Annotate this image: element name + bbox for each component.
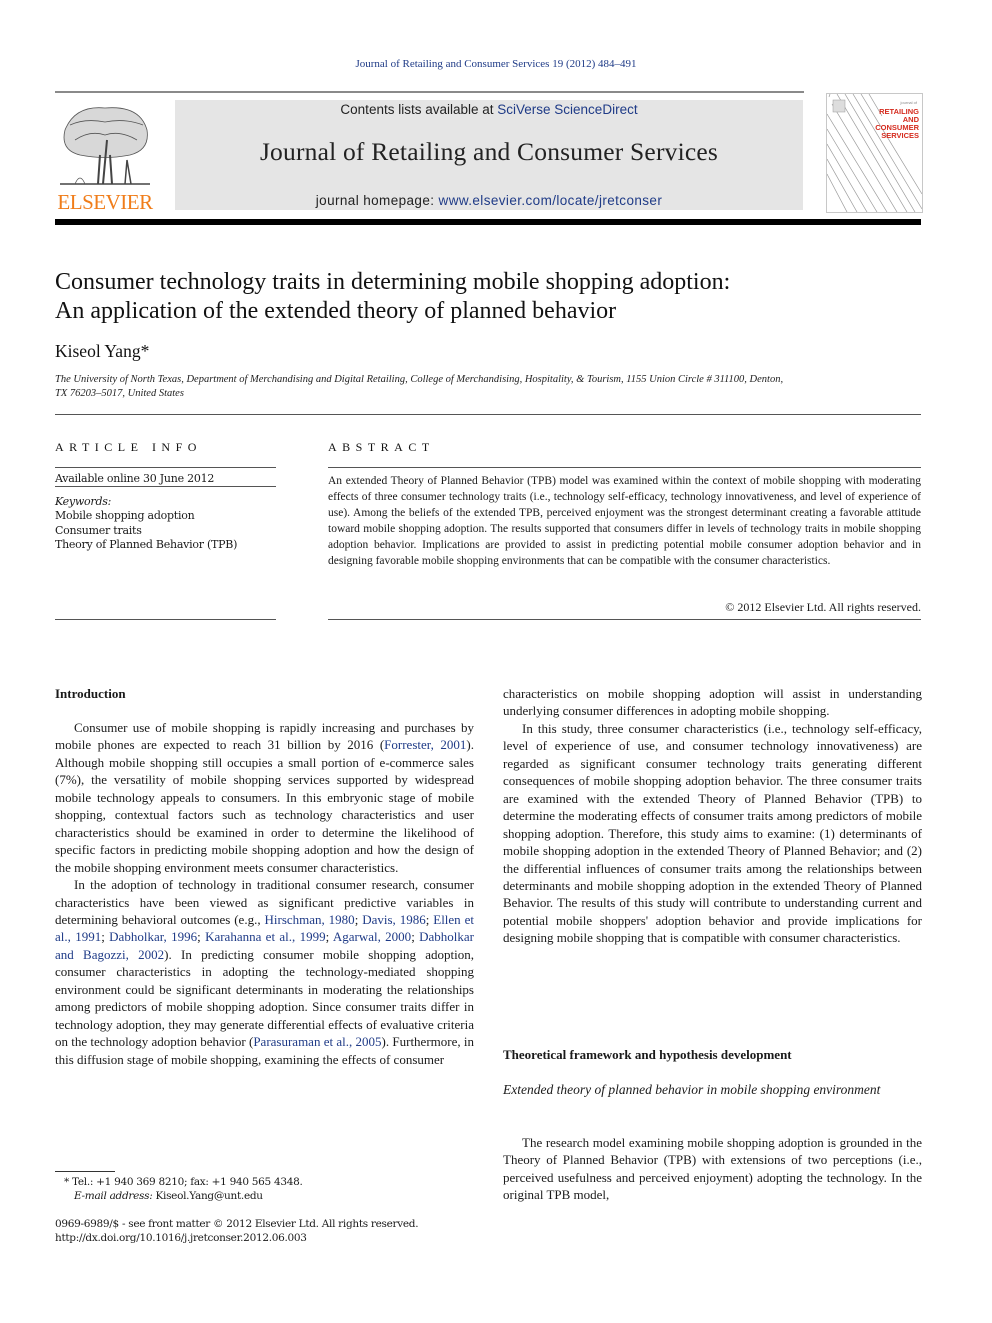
paragraph: The research model examining mobile shop… — [503, 1135, 922, 1203]
citation-link[interactable]: Dabholkar, 1996 — [109, 929, 197, 944]
author-affiliation: The University of North Texas, Departmen… — [55, 373, 925, 401]
available-online-date: Available online 30 June 2012 — [55, 472, 215, 485]
title-line-1: Consumer technology traits in determinin… — [55, 269, 731, 295]
divider — [328, 619, 921, 620]
body-right-column-continued: The research model examining mobile shop… — [503, 1134, 922, 1204]
citation-link[interactable]: Karahanna et al., 1999 — [205, 929, 326, 944]
paragraph: In the adoption of technology in traditi… — [55, 876, 474, 1068]
keyword: Mobile shopping adoption — [55, 509, 195, 522]
elsevier-tree-icon — [60, 107, 150, 185]
author-name: Kiseol Yang — [55, 341, 141, 361]
abstract-copyright: © 2012 Elsevier Ltd. All rights reserved… — [725, 600, 921, 614]
elsevier-wordmark: ELSEVIER — [57, 190, 153, 214]
keywords-label: Keywords: — [55, 495, 112, 508]
footnote-email: E-mail address: Kiseol.Yang@unt.edu — [64, 1189, 303, 1203]
divider — [55, 467, 276, 468]
body-right-column: characteristics on mobile shopping adopt… — [503, 685, 922, 947]
article-title: Consumer technology traits in determinin… — [55, 268, 935, 326]
divider — [328, 467, 921, 468]
issn-block: 0969-6989/$ - see front matter © 2012 El… — [55, 1217, 419, 1245]
separator: ; — [411, 929, 420, 945]
journal-banner: Contents lists available at SciVerse Sci… — [175, 100, 803, 210]
separator: ; — [101, 929, 110, 945]
citation-link[interactable]: Parasuraman et al., 2005 — [253, 1034, 381, 1049]
citation-link[interactable]: Hirschman, 1980 — [264, 912, 354, 927]
abstract-text: An extended Theory of Planned Behavior (… — [328, 475, 921, 567]
introduction-heading: Introduction — [55, 686, 126, 701]
elsevier-logo[interactable]: ELSEVIER — [55, 100, 155, 214]
citation-link[interactable]: Forrester, 2001 — [384, 737, 466, 752]
sciencedirect-link[interactable]: SciVerse ScienceDirect — [497, 102, 637, 117]
cover-title-line: SERVICES — [881, 131, 919, 140]
abstract-heading: ABSTRACT — [328, 440, 435, 454]
body-left-column: Consumer use of mobile shopping is rapid… — [55, 719, 474, 1068]
email-label: E-mail address: — [74, 1190, 153, 1202]
affiliation-line-1: The University of North Texas, Departmen… — [55, 374, 784, 385]
homepage-link[interactable]: www.elsevier.com/locate/jretconser — [439, 193, 663, 208]
article-info-heading: ARTICLE INFO — [55, 440, 202, 454]
divider — [55, 486, 276, 487]
paragraph-continued: characteristics on mobile shopping adopt… — [503, 686, 922, 719]
citation-link[interactable]: Agarwal, 2000 — [333, 929, 411, 944]
homepage-line: journal homepage: www.elsevier.com/locat… — [175, 193, 803, 208]
doi-link[interactable]: http://dx.doi.org/10.1016/j.jretconser.2… — [55, 1231, 418, 1245]
author-footnote: * Tel.: +1 940 369 8210; fax: +1 940 565… — [64, 1175, 303, 1203]
footnote-rule — [55, 1171, 115, 1172]
contents-prefix: Contents lists available at — [340, 102, 498, 117]
cover-title: RETAILING AND CONSUMER SERVICES — [875, 108, 919, 140]
issn-line: 0969-6989/$ - see front matter © 2012 El… — [55, 1218, 419, 1230]
header-rule — [55, 91, 804, 93]
citation-link[interactable]: Davis, 1986 — [362, 912, 426, 927]
contents-line: Contents lists available at SciVerse Sci… — [175, 102, 803, 117]
homepage-prefix: journal homepage: — [315, 193, 439, 208]
footnote-tel-fax: Tel.: +1 940 369 8210; fax: +1 940 565 4… — [68, 1176, 303, 1188]
journal-citation-link[interactable]: Journal of Retailing and Consumer Servic… — [0, 58, 992, 70]
author: Kiseol Yang* — [55, 341, 149, 362]
separator: ; — [197, 929, 206, 945]
text-run: ). Although mobile shopping still occupi… — [55, 737, 474, 875]
email-address[interactable]: Kiseol.Yang@unt.edu — [152, 1190, 263, 1202]
keywords-list: Mobile shopping adoption Consumer traits… — [55, 509, 237, 553]
header-thick-rule — [55, 219, 921, 225]
paragraph: In this study, three consumer characteri… — [503, 720, 922, 946]
cover-small-text: journal of — [900, 100, 917, 105]
affiliation-rule — [55, 414, 921, 415]
theoretical-framework-heading: Theoretical framework and hypothesis dev… — [503, 1047, 792, 1062]
title-line-2: An application of the extended theory of… — [55, 298, 617, 324]
divider — [55, 619, 276, 620]
paragraph: Consumer use of mobile shopping is rapid… — [55, 719, 474, 876]
journal-title: Journal of Retailing and Consumer Servic… — [259, 137, 719, 166]
keyword: Consumer traits — [55, 523, 142, 537]
subsection-heading: Extended theory of planned behavior in m… — [503, 1082, 881, 1097]
footnote-contact: * Tel.: +1 940 369 8210; fax: +1 940 565… — [64, 1175, 303, 1189]
separator: ; — [325, 929, 333, 945]
keyword: Theory of Planned Behavior (TPB) — [55, 538, 238, 552]
affiliation-line-2: TX 76203–5017, United States — [55, 388, 184, 399]
author-footnote-mark[interactable]: * — [141, 341, 150, 361]
journal-cover-image[interactable]: journal of RETAILING AND CONSUMER SERVIC… — [826, 93, 923, 213]
